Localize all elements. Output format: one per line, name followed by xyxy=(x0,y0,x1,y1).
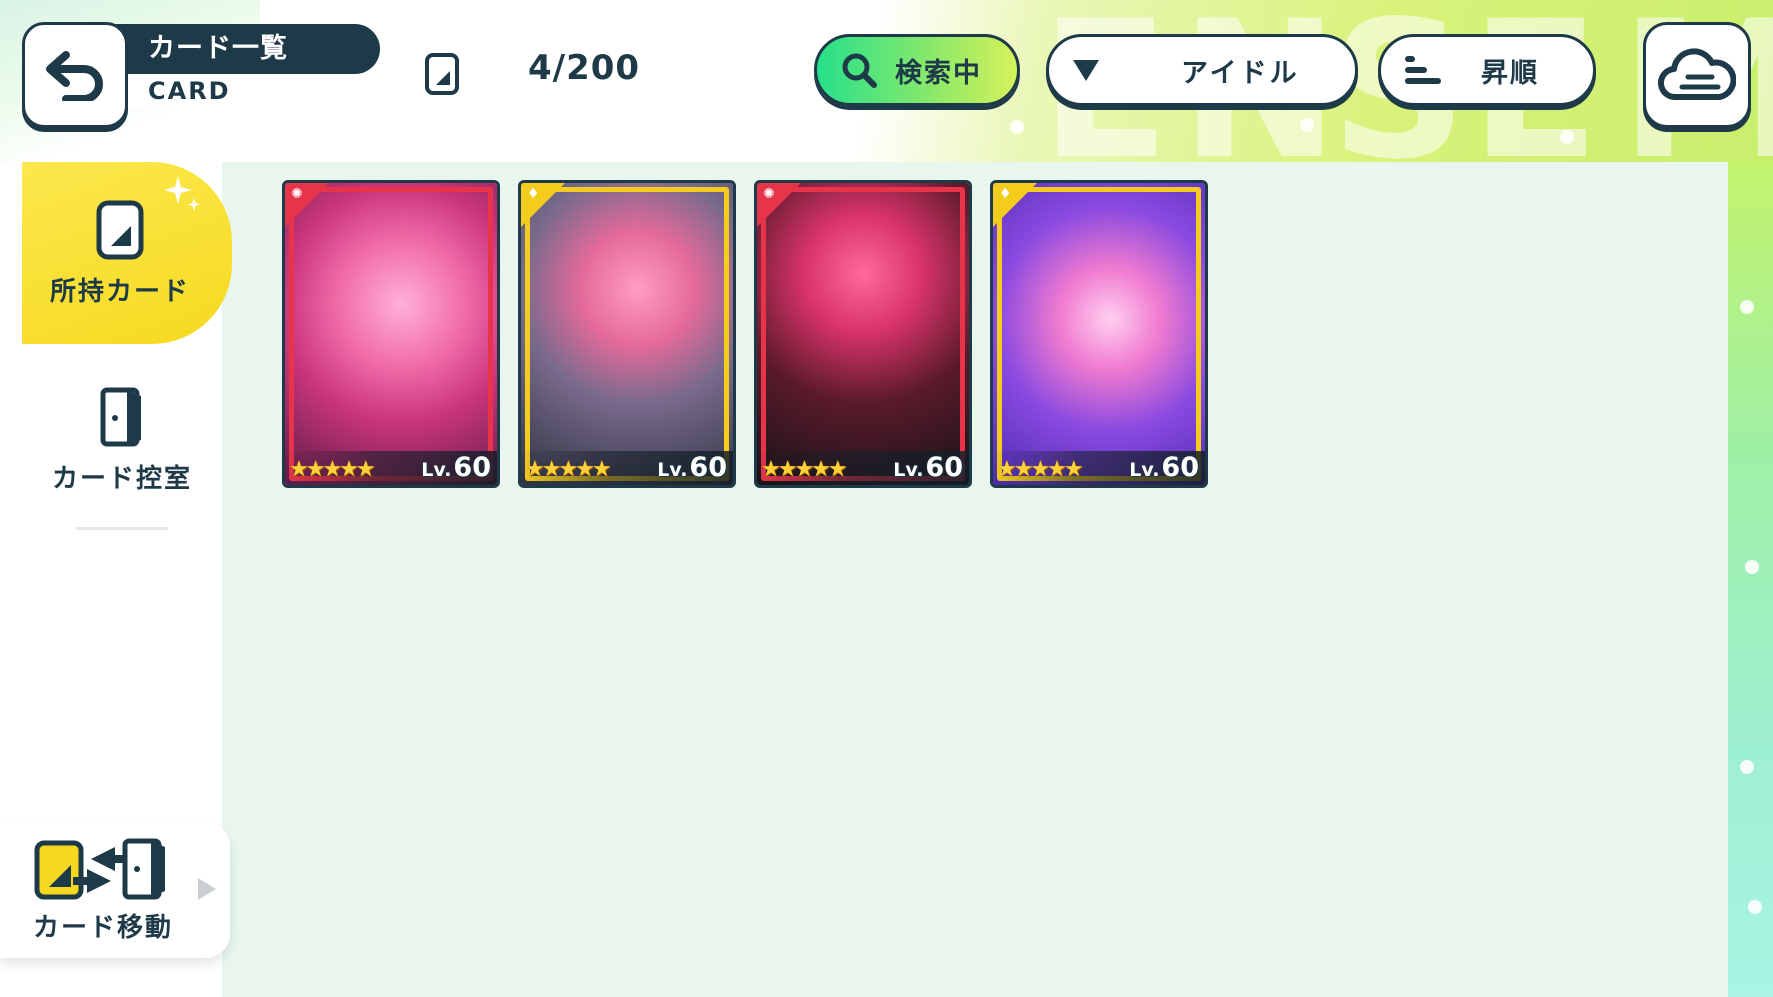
back-button[interactable] xyxy=(22,22,128,128)
card-item[interactable]: ♦ ★★★★★ Lv.60 xyxy=(518,180,736,488)
card-level: Lv.60 xyxy=(421,452,491,483)
card-artwork xyxy=(285,183,497,485)
triangle-down-icon xyxy=(1073,60,1099,81)
card-move-label: カード移動 xyxy=(32,912,173,943)
sparkle-icon xyxy=(164,176,200,211)
rarity-stars: ★★★★★ xyxy=(997,457,1084,482)
attribute-icon: ♦ xyxy=(527,186,540,202)
back-arrow-icon xyxy=(46,51,103,101)
rarity-stars: ★★★★★ xyxy=(761,457,848,482)
idol-filter-button[interactable]: アイドル xyxy=(1046,34,1358,106)
card-move-button[interactable]: カード移動 xyxy=(0,822,230,958)
rarity-stars: ★★★★★ xyxy=(289,457,376,482)
card-level: Lv.60 xyxy=(893,452,963,483)
door-icon xyxy=(100,387,141,446)
attribute-icon: ✺ xyxy=(291,186,303,202)
idol-filter-label: アイドル xyxy=(1181,57,1300,89)
card-icon xyxy=(96,200,144,259)
search-button[interactable]: 検索中 xyxy=(814,34,1020,106)
page-subtitle: CARD xyxy=(96,72,342,110)
chevron-right-icon xyxy=(198,878,216,900)
page-title: カード一覧 xyxy=(96,24,380,74)
card-icon xyxy=(424,52,460,100)
tab-card-room[interactable]: カード控室 xyxy=(22,380,222,500)
sort-order-label: 昇順 xyxy=(1481,57,1539,89)
sort-order-button[interactable]: 昇順 xyxy=(1378,34,1596,106)
tab-owned-cards-label: 所持カード xyxy=(49,276,190,307)
card-artwork xyxy=(521,183,733,485)
tab-owned-cards[interactable]: 所持カード xyxy=(22,162,232,344)
cloud-button[interactable] xyxy=(1643,22,1751,128)
search-icon xyxy=(842,53,877,88)
rarity-stars: ★★★★★ xyxy=(525,457,612,482)
card-item[interactable]: ✺ ★★★★★ Lv.60 xyxy=(754,180,972,488)
search-label: 検索中 xyxy=(895,57,982,89)
sidebar-divider xyxy=(76,527,168,530)
card-level: Lv.60 xyxy=(1129,452,1199,483)
card-artwork xyxy=(993,183,1205,485)
sort-icon xyxy=(1405,56,1441,84)
attribute-icon: ✺ xyxy=(763,186,775,202)
card-item[interactable]: ✺ ★★★★★ Lv.60 xyxy=(282,180,500,488)
card-move-icon xyxy=(34,838,165,899)
attribute-icon: ♦ xyxy=(999,186,1012,202)
tab-card-room-label: カード控室 xyxy=(51,463,192,494)
card-artwork xyxy=(757,183,969,485)
cloud-icon xyxy=(1658,48,1736,101)
card-level: Lv.60 xyxy=(657,452,727,483)
card-item[interactable]: ♦ ★★★★★ Lv.60 xyxy=(990,180,1208,488)
card-count: 4/200 xyxy=(528,48,641,88)
